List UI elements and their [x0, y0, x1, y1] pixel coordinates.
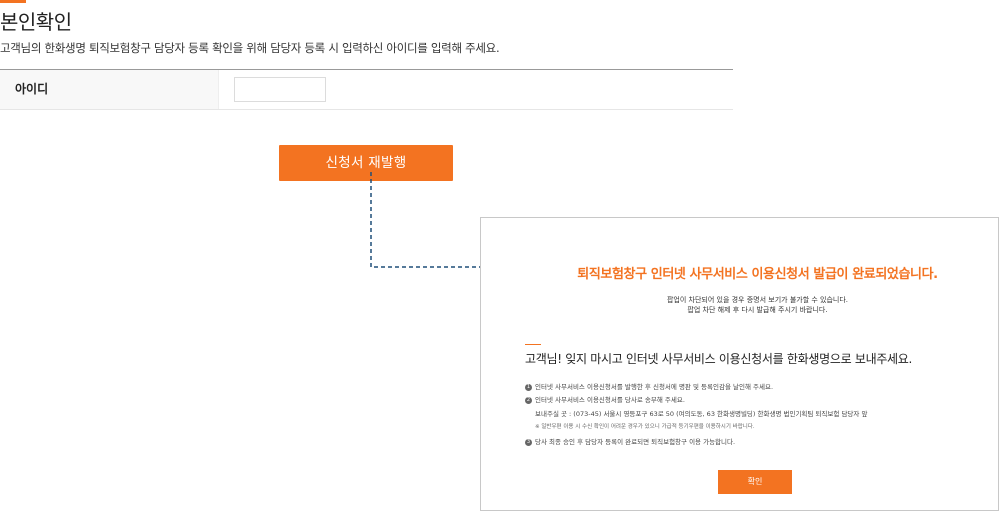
notice-text-2: 인터넷 사무서비스 이용신청서를 당사로 송부해 주세요.: [535, 396, 685, 404]
number-3-icon: 3: [525, 438, 532, 446]
popup-heading: 고객님! 잊지 마시고 인터넷 사무서비스 이용신청서를 한화생명으로 보내주세…: [525, 352, 913, 366]
completion-popup: 퇴직보험창구 인터넷 사무서비스 이용신청서 발급이 완료되었습니다. 팝업이 …: [480, 217, 999, 511]
number-1-icon: 1: [525, 383, 532, 391]
number-2-icon: 2: [525, 396, 532, 404]
popup-subtext-line2: 팝업 차단 해제 후 다시 발급해 주시기 바랍니다.: [687, 306, 828, 314]
popup-subtext-line1: 팝업이 차단되어 있을 경우 증명서 보기가 불가할 수 있습니다.: [666, 296, 849, 304]
notice-item-2: 2 인터넷 사무서비스 이용신청서를 당사로 송부해 주세요.: [525, 394, 685, 404]
notice-item-3: 3 당사 최종 승인 후 담당자 등록이 완료되면 퇴직보험창구 이용 가능합니다…: [525, 436, 735, 446]
notice-item-1: 1 인터넷 사무서비스 이용신청서를 발행한 후 신청서에 명판 및 등록인감을 …: [525, 381, 773, 391]
popup-title: 퇴직보험창구 인터넷 사무서비스 이용신청서 발급이 완료되었습니다.: [577, 267, 938, 282]
notice-text-3: 당사 최종 승인 후 담당자 등록이 완료되면 퇴직보험창구 이용 가능합니다.: [535, 438, 736, 446]
notice-text-1: 인터넷 사무서비스 이용신청서를 발행한 후 신청서에 명판 및 등록인감을 날…: [535, 383, 774, 391]
mailing-address: 보내주실 곳 : (073-45) 서울시 영등포구 63로 50 (여의도동,…: [535, 410, 868, 418]
popup-heading-accent: [525, 344, 541, 345]
confirm-button[interactable]: 확인: [718, 470, 792, 494]
mail-remark: ※ 일반우편 이용 시 수신 확인이 어려운 경우가 있으니 가급적 등기우편을…: [535, 424, 755, 430]
